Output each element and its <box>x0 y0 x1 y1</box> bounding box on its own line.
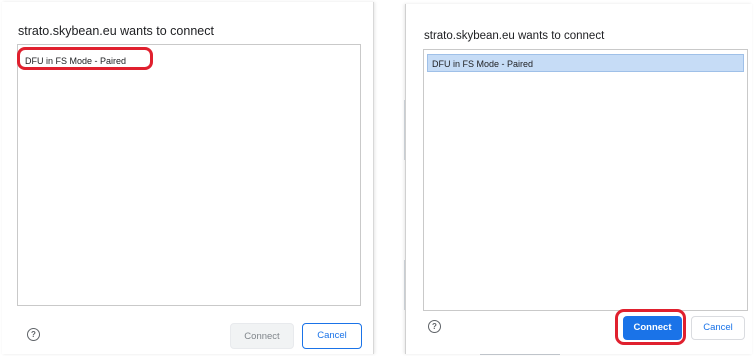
connect-button[interactable]: Connect <box>623 316 682 340</box>
connect-button-disabled[interactable]: Connect <box>230 323 294 349</box>
cancel-button[interactable]: Cancel <box>691 316 745 340</box>
help-icon[interactable]: ? <box>27 328 40 341</box>
device-list[interactable]: DFU in FS Mode - Paired <box>423 49 748 311</box>
screenshot-canvas: strato.skybean.eu wants to connect DFU i… <box>0 0 754 356</box>
device-item-dfu-selected[interactable]: DFU in FS Mode - Paired <box>427 54 744 72</box>
dialog-title: strato.skybean.eu wants to connect <box>18 24 214 38</box>
device-item-dfu[interactable]: DFU in FS Mode - Paired <box>21 52 357 70</box>
device-chooser-dialog-before: strato.skybean.eu wants to connect DFU i… <box>2 2 374 354</box>
dialog-title: strato.skybean.eu wants to connect <box>424 30 605 42</box>
device-list[interactable]: DFU in FS Mode - Paired <box>17 44 361 306</box>
help-icon[interactable]: ? <box>428 320 441 333</box>
device-chooser-dialog-after: strato.skybean.eu wants to connect DFU i… <box>405 4 752 354</box>
cancel-button[interactable]: Cancel <box>302 323 362 349</box>
